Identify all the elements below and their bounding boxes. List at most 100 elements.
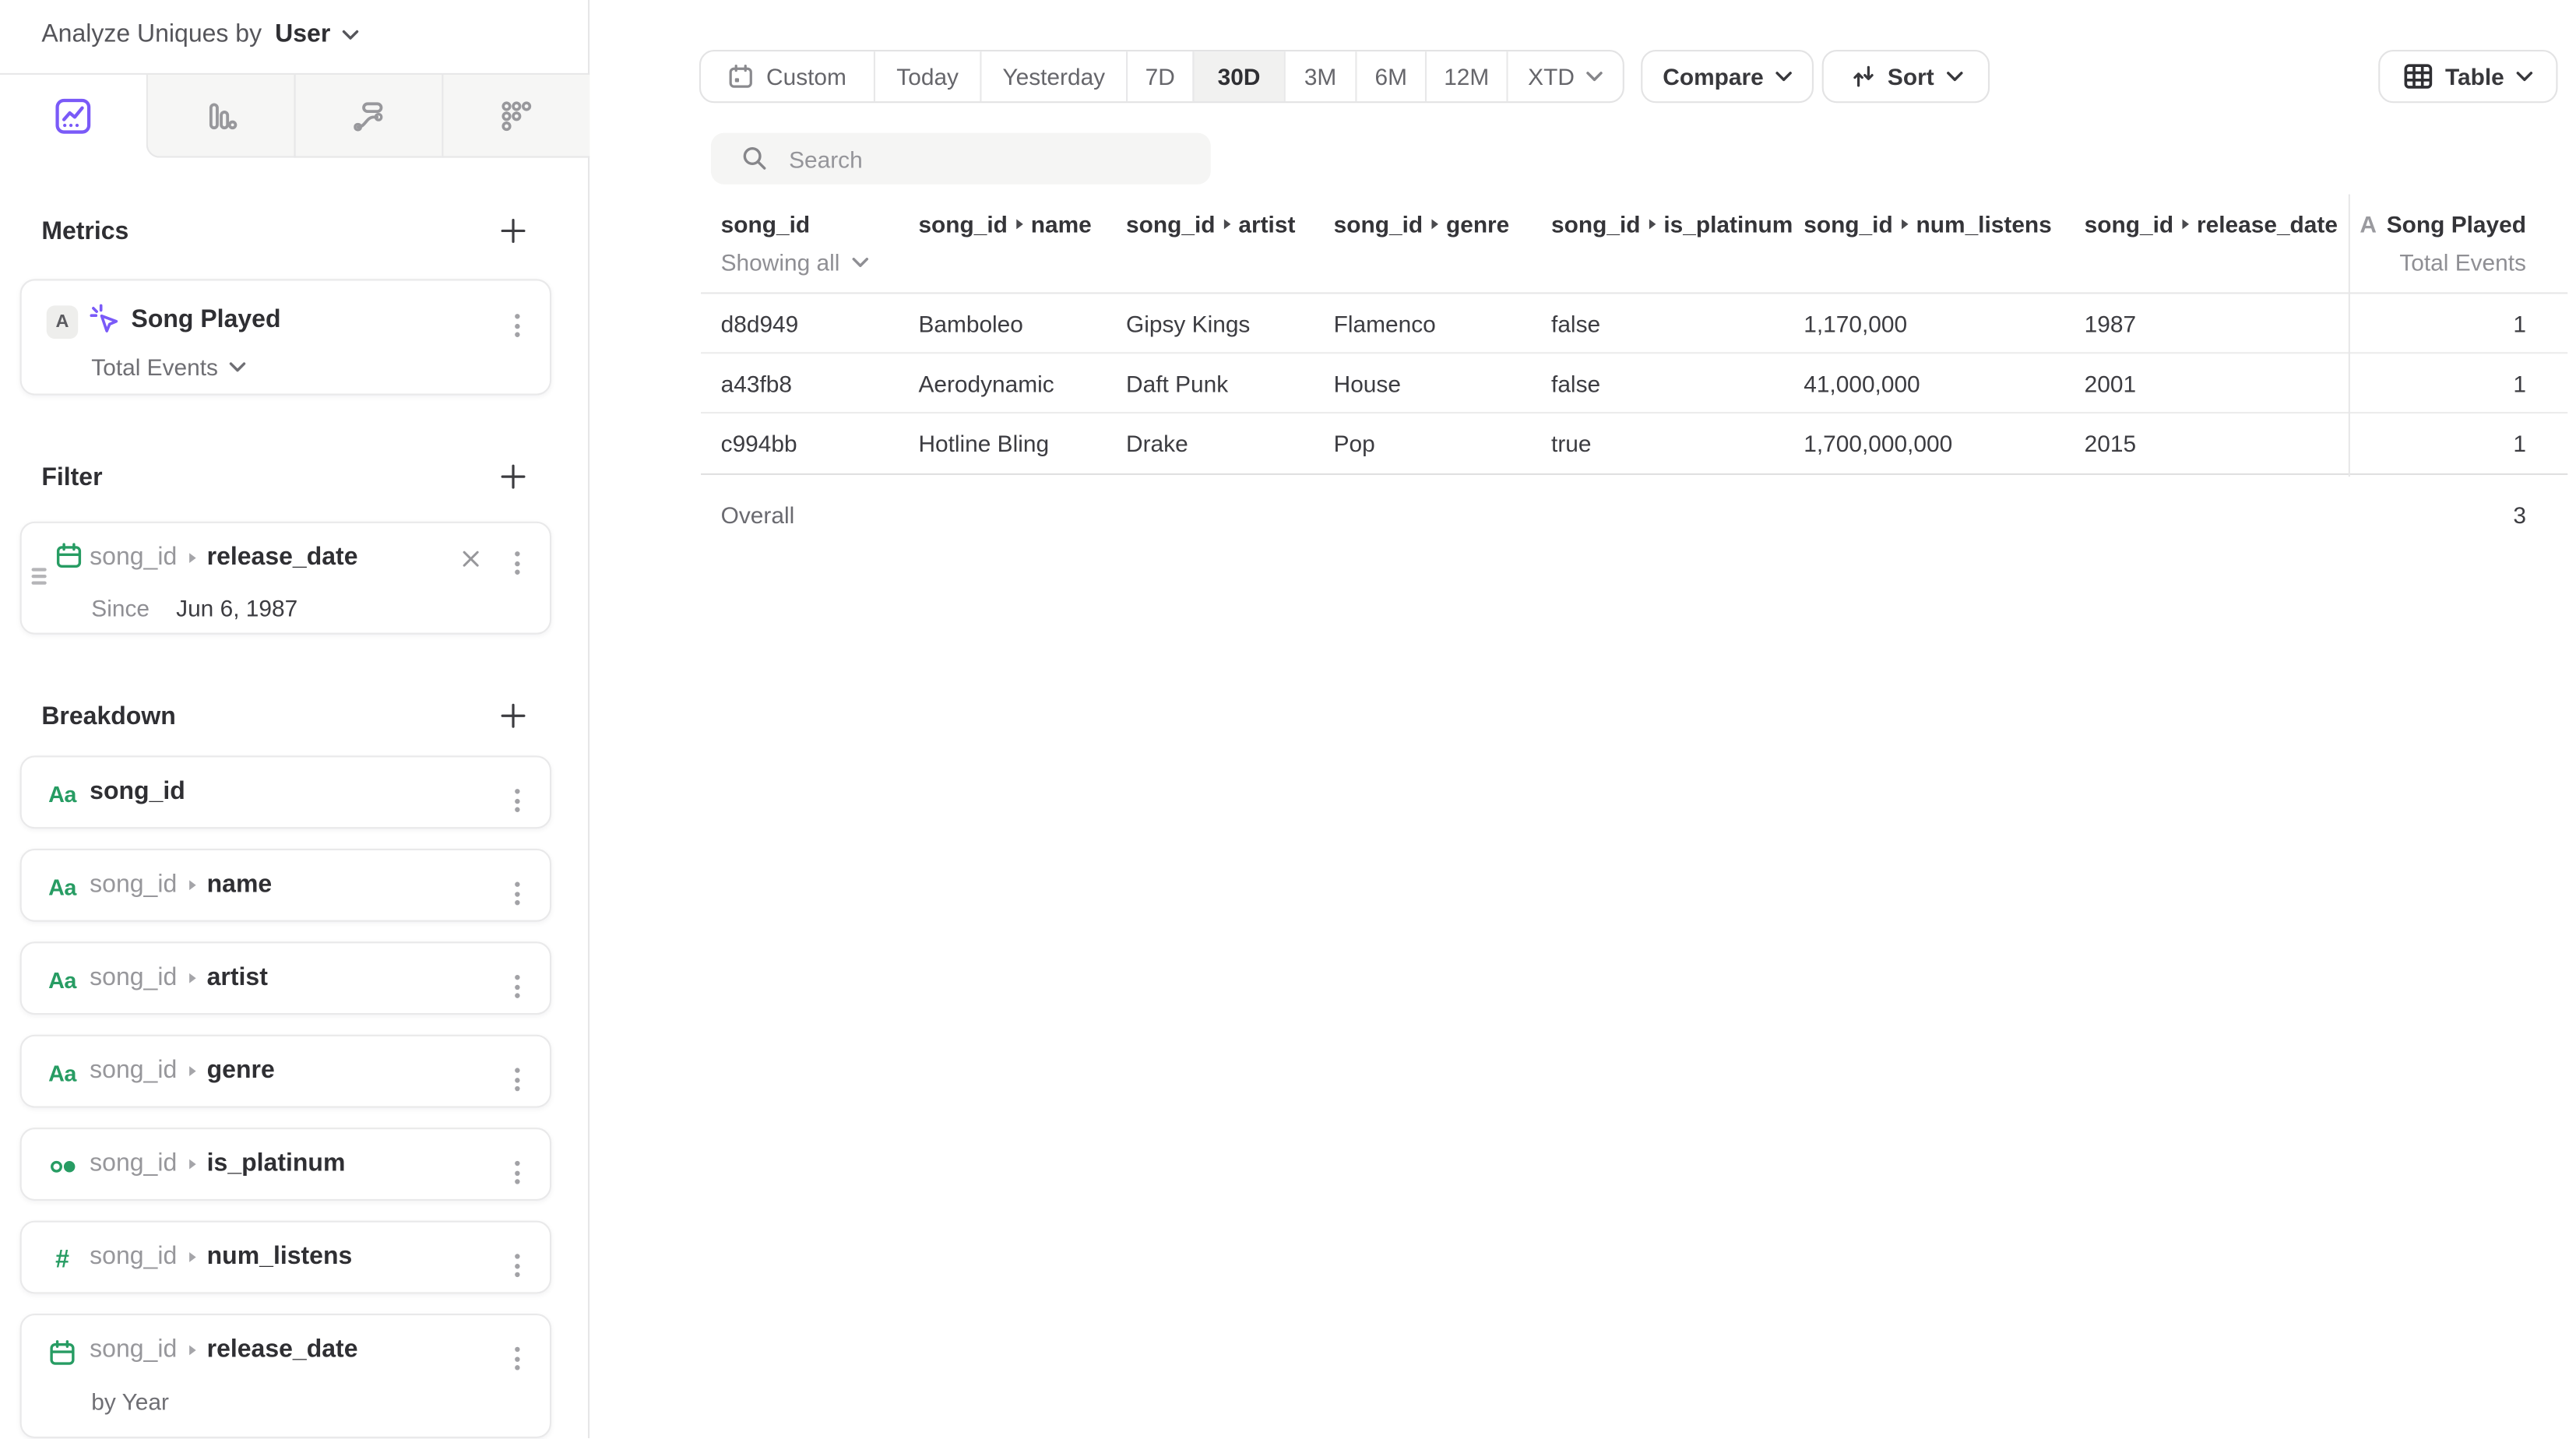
breakdown-card[interactable]: Aa song_id artist <box>20 941 551 1015</box>
metric-series-letter: A <box>2360 211 2377 237</box>
breakdown-card[interactable]: Aa song_id name <box>20 849 551 922</box>
breakdown-property-prefix: song_id <box>90 1335 177 1363</box>
filter-condition[interactable]: Since Jun 6, 1987 <box>91 595 297 621</box>
breakdown-card[interactable]: # song_id num_listens <box>20 1221 551 1294</box>
metric-kebab-menu[interactable] <box>509 308 526 344</box>
filter-kebab-menu[interactable] <box>509 545 526 582</box>
metrics-section-header: Metrics <box>41 213 528 249</box>
arrow-right-icon <box>188 1345 195 1355</box>
column-header-genre[interactable]: song_idgenre <box>1334 211 1551 237</box>
column-prefix: song_id <box>918 211 1007 237</box>
arrow-right-icon <box>188 1251 195 1261</box>
drag-handle-icon[interactable] <box>32 568 47 583</box>
query-builder-sidebar: Analyze Uniques by User <box>0 0 589 1438</box>
showing-all-label: Showing all <box>721 249 840 276</box>
date-range-today[interactable]: Today <box>874 51 980 101</box>
arrow-right-icon <box>2182 220 2189 230</box>
breakdown-kebab-menu[interactable] <box>509 1154 526 1191</box>
breakdown-kebab-menu[interactable] <box>509 875 526 912</box>
breakdown-kebab-menu[interactable] <box>509 1340 526 1377</box>
column-header-release-date[interactable]: song_idrelease_date <box>2085 211 2349 237</box>
breakdown-card[interactable]: song_id release_date by Year <box>20 1314 551 1438</box>
arrow-right-icon <box>188 879 195 889</box>
filter-card[interactable]: song_id release_date Since Jun 6, 1987 <box>20 522 551 635</box>
analyze-entity-select[interactable]: User <box>275 20 358 48</box>
date-range-3m[interactable]: 3M <box>1284 51 1356 101</box>
cell-num-listens: 41,000,000 <box>1804 354 2084 412</box>
breakdown-card[interactable]: Aa song_id genre <box>20 1035 551 1108</box>
date-range-30d[interactable]: 30D <box>1192 51 1283 101</box>
breakdown-bucket-select[interactable]: by Year <box>91 1388 169 1415</box>
date-range-label: Custom <box>766 63 846 90</box>
cell-genre: House <box>1334 354 1551 412</box>
sort-button[interactable]: Sort <box>1822 50 1990 103</box>
sort-label: Sort <box>1888 63 1934 90</box>
breakdown-kebab-menu[interactable] <box>509 783 526 819</box>
chevron-down-icon <box>1946 72 1962 82</box>
search-input[interactable] <box>789 146 1154 172</box>
table-search[interactable] <box>711 133 1211 185</box>
arrow-right-icon <box>188 1065 195 1075</box>
filter-title: Filter <box>41 463 102 491</box>
cell-num-listens: 1,170,000 <box>1804 294 2084 353</box>
column-header-artist[interactable]: song_idartist <box>1126 211 1334 237</box>
metric-aggregation-value: Total Events <box>91 354 218 380</box>
breakdown-card[interactable]: Aa song_id <box>20 755 551 829</box>
date-range-custom[interactable]: Custom <box>701 51 874 101</box>
metric-event-name: Song Played <box>131 305 280 333</box>
arrow-right-icon <box>188 552 195 562</box>
view-type-button[interactable]: Table <box>2378 50 2557 103</box>
cell-metric-value: 1 <box>2349 294 2568 353</box>
add-metric-button[interactable] <box>498 216 528 245</box>
breakdown-kebab-menu[interactable] <box>509 968 526 1004</box>
date-range-6m[interactable]: 6M <box>1355 51 1425 101</box>
text-property-icon: Aa <box>48 966 76 994</box>
column-header-song-id[interactable]: song_id <box>701 211 918 237</box>
table-grid-icon <box>2404 62 2433 91</box>
date-range-xtd[interactable]: XTD <box>1506 51 1622 101</box>
chevron-down-icon <box>1775 72 1792 82</box>
breakdown-property: song_id is_platinum <box>90 1149 345 1177</box>
breakdown-kebab-menu[interactable] <box>509 1247 526 1284</box>
table-row: c994bb Hotline Bling Drake Pop true 1,70… <box>701 413 2567 475</box>
arrow-right-icon <box>1016 220 1023 230</box>
number-property-icon: # <box>48 1246 76 1274</box>
flows-icon <box>350 97 387 134</box>
date-range-yesterday[interactable]: Yesterday <box>980 51 1126 101</box>
date-range-12m[interactable]: 12M <box>1425 51 1507 101</box>
breakdown-card[interactable]: song_id is_platinum <box>20 1128 551 1201</box>
add-breakdown-button[interactable] <box>498 701 528 730</box>
column-header-metric[interactable]: A Song Played <box>2349 211 2568 237</box>
tab-bar-chart[interactable] <box>146 75 294 158</box>
table-row: a43fb8 Aerodynamic Daft Punk House false… <box>701 354 2567 413</box>
cell-is-platinum: false <box>1551 354 1804 412</box>
results-table: song_id song_idname song_idartist song_i… <box>701 191 2567 554</box>
add-filter-button[interactable] <box>498 462 528 491</box>
metric-card[interactable]: A Song Played Total Events <box>20 279 551 395</box>
chevron-down-icon <box>230 362 246 372</box>
calendar-icon <box>55 541 83 569</box>
breakdown-kebab-menu[interactable] <box>509 1061 526 1098</box>
filter-property-name: release_date <box>207 543 358 571</box>
showing-all-select[interactable]: Showing all <box>701 249 1334 276</box>
breakdown-title: Breakdown <box>41 702 175 730</box>
breakdown-property-name: name <box>207 871 273 899</box>
tab-line-chart[interactable] <box>0 75 146 158</box>
column-header-num-listens[interactable]: song_idnum_listens <box>1804 211 2084 237</box>
cell-artist: Daft Punk <box>1126 354 1334 412</box>
filter-property: song_id release_date <box>90 543 357 571</box>
metric-aggregation-select[interactable]: Total Events <box>91 354 246 380</box>
filter-value: Jun 6, 1987 <box>176 595 297 621</box>
compare-button[interactable]: Compare <box>1641 50 1814 103</box>
column-header-name[interactable]: song_idname <box>918 211 1126 237</box>
remove-filter-icon[interactable] <box>459 547 484 572</box>
overall-row: Overall 3 <box>701 475 2567 554</box>
table-row: d8d949 Bamboleo Gipsy Kings Flamenco fal… <box>701 294 2567 354</box>
column-header-is-platinum[interactable]: song_idis_platinum <box>1551 211 1804 237</box>
tab-retention[interactable] <box>442 75 589 158</box>
date-range-7d[interactable]: 7D <box>1126 51 1192 101</box>
column-name: is_platinum <box>1663 211 1793 237</box>
cell-is-platinum: false <box>1551 294 1804 353</box>
tab-flows[interactable] <box>294 75 442 158</box>
column-name: song_id <box>721 211 810 237</box>
